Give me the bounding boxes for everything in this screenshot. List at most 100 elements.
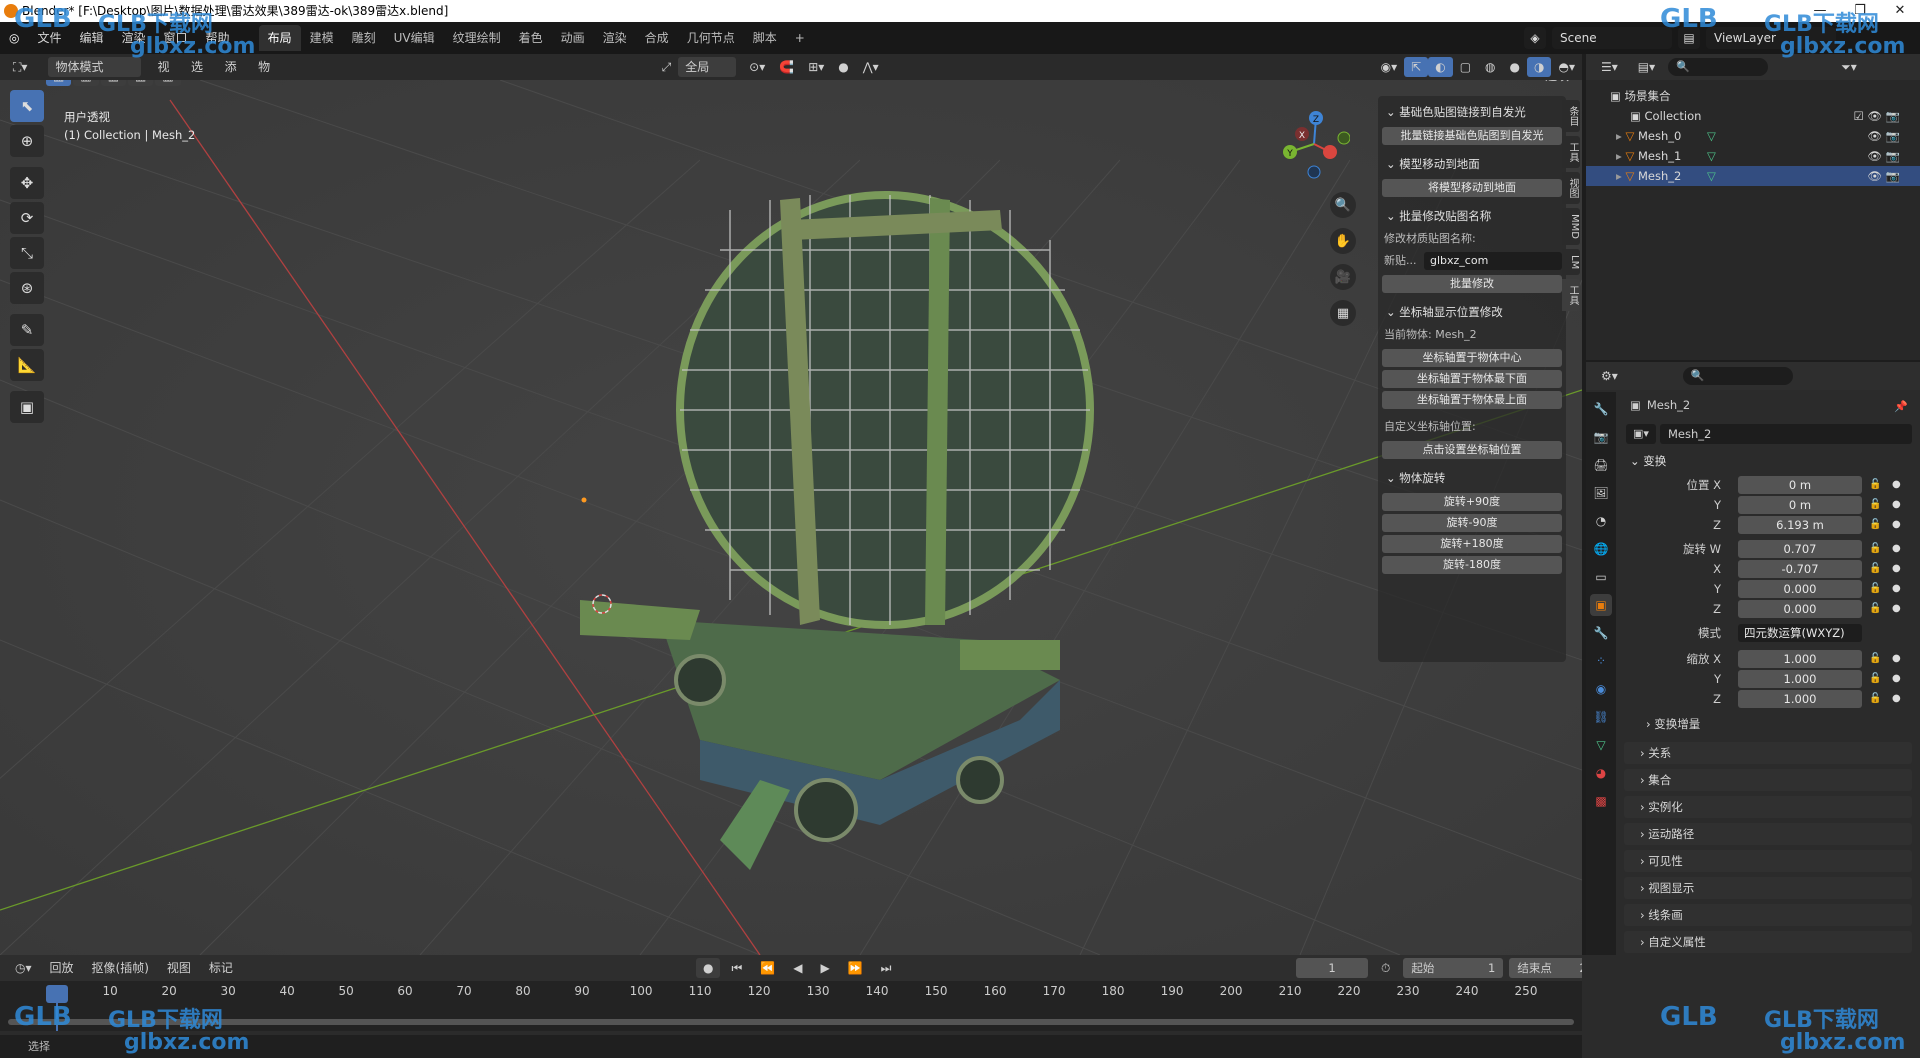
falloff-icon[interactable]: ⋀▾ (856, 57, 886, 77)
section-line-art[interactable]: › 线条画 (1624, 904, 1912, 926)
editor-type-icon[interactable]: ⛶▾ (6, 57, 34, 77)
measure-tool-icon[interactable]: 📐 (10, 349, 44, 381)
move-tool-icon[interactable]: ✥ (10, 167, 44, 199)
wireframe-shading-icon[interactable]: ◍ (1478, 57, 1502, 77)
section-motion-paths[interactable]: › 运动路径 (1624, 823, 1912, 845)
filter-icon[interactable]: ⏷▾ (1834, 57, 1864, 77)
rotation-z-field[interactable]: 0.000 (1738, 600, 1862, 618)
section-origin-position[interactable]: ⌄ 坐标轴显示位置修改 (1382, 300, 1562, 324)
rotation-x-field[interactable]: -0.707 (1738, 560, 1862, 578)
collection-row[interactable]: ▣ Collection ☑ 👁 📷 (1586, 106, 1920, 126)
material-shading-icon[interactable]: ◑ (1527, 57, 1552, 77)
keyframe-dot-icon[interactable]: ● (1892, 476, 1901, 494)
lock-icon[interactable]: 🔓 (1869, 670, 1881, 688)
lock-icon[interactable]: 🔓 (1869, 560, 1881, 578)
rotate-plus-90-button[interactable]: 旋转+90度 (1382, 493, 1562, 511)
scale-tool-icon[interactable]: ⤡ (10, 237, 44, 269)
zoom-icon[interactable]: 🔍 (1330, 192, 1356, 218)
location-x-field[interactable]: 0 m (1738, 476, 1862, 494)
select-intersect-icon[interactable]: ▦ (155, 80, 181, 86)
rotate-plus-180-button[interactable]: 旋转+180度 (1382, 535, 1562, 553)
select-subtract-icon[interactable]: ▦ (100, 80, 127, 86)
tab-view[interactable]: 视图 (1562, 172, 1580, 204)
tab-modeling[interactable]: 建模 (301, 25, 343, 51)
menu-view[interactable]: 视图 (151, 57, 185, 94)
texture-tab-icon[interactable]: ▩ (1590, 790, 1612, 812)
tab-rendering[interactable]: 渲染 (594, 25, 636, 51)
snap-icon[interactable]: 🧲 (772, 57, 801, 77)
origin-center-button[interactable]: 坐标轴置于物体中心 (1382, 349, 1562, 367)
rendered-shading-icon[interactable]: ◓▾ (1551, 57, 1582, 77)
select-box-tool-icon[interactable]: ⬉ (10, 90, 44, 122)
keyframe-dot-icon[interactable]: ● (1892, 580, 1901, 598)
play-reverse-icon[interactable]: ◀ (786, 958, 809, 978)
list-item[interactable]: ▸ ▽ Mesh_0 ▽ 👁 📷 (1586, 126, 1920, 146)
next-keyframe-icon[interactable]: ⏩ (841, 958, 870, 978)
tab-geometry-nodes[interactable]: 几何节点 (678, 25, 744, 51)
add-cube-tool-icon[interactable]: ▣ (10, 391, 44, 423)
navigation-gizmo[interactable]: Z Y X (1270, 110, 1350, 180)
tab-item[interactable]: 条目 (1562, 100, 1580, 132)
constraints-tab-icon[interactable]: ⛓ (1590, 706, 1612, 728)
lock-icon[interactable]: 🔓 (1869, 600, 1881, 618)
lock-icon[interactable]: 🔓 (1869, 650, 1881, 668)
select-new-icon[interactable]: ▦ (46, 80, 72, 86)
select-extend-icon[interactable]: ▦ (73, 80, 99, 86)
lock-icon[interactable]: 🔓 (1869, 476, 1881, 494)
tab-sculpting[interactable]: 雕刻 (343, 25, 385, 51)
view-menu[interactable]: 视图 (160, 958, 198, 978)
scene-collection-row[interactable]: ▣ 场景集合 (1586, 86, 1920, 106)
tab-lm[interactable]: LM (1562, 248, 1580, 276)
move-to-ground-button[interactable]: 将模型移动到地面 (1382, 179, 1562, 197)
origin-bottom-button[interactable]: 坐标轴置于物体最下面 (1382, 370, 1562, 388)
tab-layout[interactable]: 布局 (258, 25, 301, 51)
scale-z-field[interactable]: 1.000 (1738, 690, 1862, 708)
keyframe-dot-icon[interactable]: ● (1892, 516, 1901, 534)
proportional-edit-icon[interactable]: ● (831, 57, 855, 77)
jump-end-icon[interactable]: ⏭ (874, 958, 899, 978)
lock-icon[interactable]: 🔓 (1869, 580, 1881, 598)
batch-link-emission-button[interactable]: 批量链接基础色贴图到自发光 (1382, 127, 1562, 145)
visibility-icon[interactable]: ◉▾ (1374, 57, 1405, 77)
lock-icon[interactable]: 🔓 (1869, 496, 1881, 514)
new-texture-name-input[interactable]: glbxz_com (1424, 252, 1562, 270)
section-visibility[interactable]: › 可见性 (1624, 850, 1912, 872)
options-button[interactable]: 选项 (1538, 80, 1576, 86)
mode-selector[interactable]: 物体模式 (48, 57, 141, 77)
add-workspace-button[interactable]: + (786, 25, 814, 51)
datablock-name-field[interactable]: Mesh_2 (1660, 424, 1912, 444)
tool-tab-icon[interactable]: 🔧 (1590, 398, 1612, 420)
timeline-scrollbar[interactable] (8, 1019, 1574, 1025)
tab-compositing[interactable]: 合成 (636, 25, 678, 51)
menu-add[interactable]: 添加 (218, 57, 252, 94)
keying-menu[interactable]: 抠像(插帧) (85, 958, 156, 978)
transform-header[interactable]: ⌄ 变换 (1630, 450, 1912, 472)
pivot-icon[interactable]: ⊙▾ (742, 57, 772, 77)
tab-uv-editing[interactable]: UV编辑 (385, 25, 444, 51)
tab-texture-paint[interactable]: 纹理绘制 (444, 25, 510, 51)
section-instancing[interactable]: › 实例化 (1624, 796, 1912, 818)
xray-icon[interactable]: ▢ (1453, 57, 1478, 77)
outliner-editor-type-icon[interactable]: ☰▾ (1594, 57, 1625, 77)
gizmo-toggle-icon[interactable]: ⇱ (1404, 57, 1429, 77)
scale-y-field[interactable]: 1.000 (1738, 670, 1862, 688)
display-mode-icon[interactable]: ▤▾ (1631, 57, 1662, 77)
pin-icon[interactable]: 📌 (1894, 400, 1908, 413)
material-tab-icon[interactable]: ◕ (1590, 762, 1612, 784)
keyframe-dot-icon[interactable]: ● (1892, 600, 1901, 618)
transform-tool-icon[interactable]: ⊛ (10, 272, 44, 304)
section-emission-link[interactable]: ⌄ 基础色贴图链接到自发光 (1382, 100, 1562, 124)
3d-viewport[interactable]: ⬉ ⊕ ✥ ⟳ ⤡ ⊛ ✎ 📐 ▣ ▦ ▦ ▦ ▦ ▦ 用户透视 (1) Col… (0, 80, 1582, 955)
cursor-tool-icon[interactable]: ⊕ (10, 125, 44, 157)
section-rename-textures[interactable]: ⌄ 批量修改贴图名称 (1382, 204, 1562, 228)
rotate-minus-180-button[interactable]: 旋转-180度 (1382, 556, 1562, 574)
keyframe-dot-icon[interactable]: ● (1892, 496, 1901, 514)
tab-tools-active[interactable]: 工具 (1562, 279, 1580, 312)
lock-icon[interactable]: 🔓 (1869, 540, 1881, 558)
prev-keyframe-icon[interactable]: ⏪ (753, 958, 782, 978)
rotation-y-field[interactable]: 0.000 (1738, 580, 1862, 598)
tab-shading[interactable]: 着色 (510, 25, 552, 51)
list-item[interactable]: ▸ ▽ Mesh_1 ▽ 👁 📷 (1586, 146, 1920, 166)
rotation-w-field[interactable]: 0.707 (1738, 540, 1862, 558)
tab-tool[interactable]: 工具 (1562, 136, 1580, 168)
